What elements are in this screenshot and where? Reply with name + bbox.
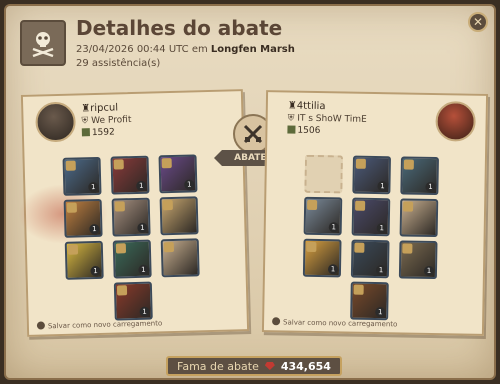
skull-crossbones-icon <box>20 20 66 66</box>
item-quantity: 1 <box>139 306 150 317</box>
killer-equipment-grid: 1 1 1 1 1 1 1 1 <box>23 91 241 321</box>
tier-badge <box>116 285 128 296</box>
killer-save-loadout[interactable]: Salvar como novo carregamento <box>36 318 162 330</box>
kill-details-panel: Detalhes do abate 23/04/2026 00:44 UTC e… <box>4 4 496 380</box>
item-quantity: 1 <box>425 181 436 193</box>
tier-badge <box>402 243 413 254</box>
killer-equipment-slot[interactable]: 1 <box>110 155 150 195</box>
killer-avatar[interactable] <box>35 101 77 143</box>
item-quantity: 1 <box>327 264 339 275</box>
tier-badge <box>115 243 127 254</box>
item-quantity: 1 <box>423 265 435 277</box>
tier-badge <box>355 200 366 211</box>
page-title: Detalhes do abate <box>76 16 283 40</box>
victim-equipment-slot[interactable]: 1 <box>350 281 389 321</box>
fame-label: Fama de abate <box>177 359 259 373</box>
close-icon: ✕ <box>472 15 484 29</box>
killer-equipment-slot[interactable]: 1 <box>112 239 152 279</box>
tier-badge <box>306 241 317 252</box>
killer-equipment-slot[interactable]: 1 <box>113 281 153 321</box>
killer-equipment-slot[interactable]: 1 <box>63 198 103 238</box>
item-quantity: 1 <box>88 181 99 193</box>
assists-count: 29 assistência(s) <box>76 58 161 69</box>
tier-badge <box>403 159 414 170</box>
victim-equipment-grid: 1 1 1 1 1 1 1 1 <box>268 92 486 321</box>
kill-fame-bar: Fama de abate 434,654 <box>166 356 342 376</box>
killer-equipment-slot[interactable]: 1 <box>64 240 104 280</box>
victim-name[interactable]: ♜4ttilia <box>288 100 326 112</box>
item-quantity: 1 <box>89 223 100 235</box>
item-quantity: 1 <box>138 264 149 275</box>
tier-badge <box>66 202 77 213</box>
victim-equipment-slot[interactable]: 1 <box>351 197 391 237</box>
save-icon <box>272 317 281 326</box>
guild-shield-icon: ⛨ <box>287 113 295 124</box>
killer-equipment-slot[interactable] <box>159 196 199 236</box>
item-quantity: 1 <box>90 265 101 277</box>
item-quantity: 1 <box>137 222 148 233</box>
item-power-icon <box>81 128 90 137</box>
tier-badge <box>161 158 172 169</box>
victim-card: ♜4ttilia ⛨ IT s ShoW TimE 1506 1 1 1 1 1 1 11 … <box>261 90 489 336</box>
player-icon: ♜ <box>81 103 91 115</box>
item-quantity: 1 <box>328 222 339 233</box>
item-quantity: 1 <box>184 179 195 190</box>
item-quantity: 1 <box>375 307 386 318</box>
guild-shield-icon: ⛨ <box>81 116 89 127</box>
victim-avatar[interactable] <box>435 101 476 142</box>
item-quantity: 1 <box>375 265 387 276</box>
tier-badge <box>162 200 173 211</box>
player-icon: ♜ <box>287 100 297 112</box>
tier-badge <box>163 241 175 253</box>
killer-card: ♜ripcul ⛨ We Profit 1592 1 1 1 1 1 1 1 1 Salvar… <box>17 89 250 337</box>
tier-badge <box>65 160 76 171</box>
item-power-icon <box>287 125 296 134</box>
victim-equipment-slot[interactable]: 1 <box>352 155 391 195</box>
victim-equipment-slot[interactable] <box>399 198 439 238</box>
tier-badge <box>307 199 318 210</box>
fame-value: 434,654 <box>280 359 331 373</box>
killer-item-power: 1592 <box>81 128 115 139</box>
tier-badge <box>67 244 79 255</box>
save-icon <box>36 321 46 330</box>
kill-meta: 23/04/2026 00:44 UTC em Longfen Marsh <box>76 44 295 55</box>
killer-equipment-slot[interactable]: 1 <box>158 154 198 194</box>
victim-equipment-slot[interactable]: 1 <box>302 238 342 278</box>
tier-badge <box>354 242 365 253</box>
item-quantity: 1 <box>377 181 388 192</box>
victim-equipment-slot[interactable]: 1 <box>350 239 390 279</box>
killer-equipment-slot[interactable]: 1 <box>111 197 151 237</box>
victim-equipment-slot[interactable] <box>304 154 343 194</box>
killer-equipment-slot[interactable] <box>160 238 200 278</box>
victim-equipment-slot[interactable]: 1 <box>303 196 343 236</box>
killer-name[interactable]: ♜ripcul <box>81 102 118 114</box>
victim-equipment-slot[interactable]: 1 <box>400 156 439 196</box>
location-prefix: em <box>191 44 208 55</box>
close-button[interactable]: ✕ <box>468 12 488 32</box>
tier-badge <box>403 201 414 212</box>
victim-equipment-slot[interactable]: 1 <box>398 240 438 280</box>
item-quantity: 1 <box>376 223 387 234</box>
kill-datetime: 23/04/2026 00:44 UTC <box>76 44 189 55</box>
victim-guild: ⛨ IT s ShoW TimE <box>287 113 367 125</box>
kill-location: Longfen Marsh <box>210 44 295 55</box>
victim-save-loadout[interactable]: Salvar como novo carregamento <box>272 317 397 328</box>
tier-badge <box>355 158 366 169</box>
fame-gem-icon <box>264 362 275 370</box>
tier-badge <box>353 284 364 295</box>
tier-badge <box>114 201 125 212</box>
killer-guild: ⛨ We Profit <box>81 115 132 127</box>
killer-equipment-slot[interactable]: 1 <box>62 156 102 196</box>
item-quantity: 1 <box>136 180 147 191</box>
tier-badge <box>113 159 124 170</box>
victim-item-power: 1506 <box>287 125 320 136</box>
